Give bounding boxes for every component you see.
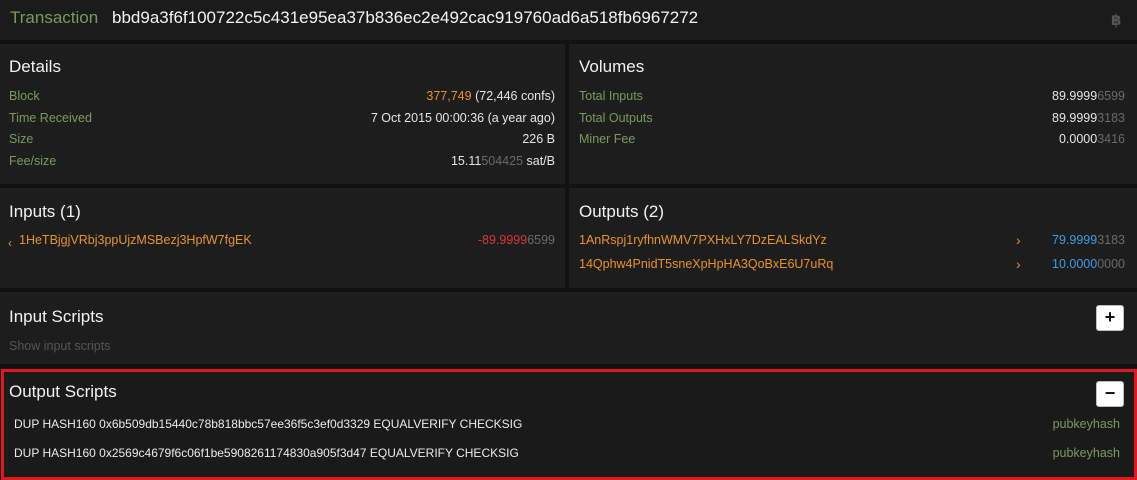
chevron-left-icon: ‹ [8, 236, 12, 250]
fee-size-dim: 504425 [481, 154, 524, 168]
fee-size-value: 15.11504425 sat/B [451, 154, 555, 168]
script-type: pubkeyhash [1052, 417, 1120, 431]
output-amount: 79.99993183 [1052, 233, 1125, 247]
chevron-right-icon[interactable]: › [1016, 232, 1021, 248]
script-type: pubkeyhash [1052, 446, 1120, 460]
input-scripts-panel: Input Scripts Show input scripts + [0, 292, 1137, 364]
inputs-panel: Inputs (1) ‹ 1HeTBjgjVRbj3ppUjzMSBezj3Hp… [0, 188, 565, 288]
total-inputs-label: Total Inputs [579, 89, 643, 103]
output-amount-dim: 3183 [1097, 233, 1125, 247]
show-input-scripts-hint: Show input scripts [9, 339, 111, 353]
volumes-panel: Volumes Total Inputs 89.99996599 Total O… [569, 44, 1137, 184]
output-row: 1AnRspj1ryfhnWMV7PXHxLY7DzEALSkdYz › 79.… [569, 232, 1137, 251]
input-amount-main: -89.9999 [477, 233, 528, 247]
header-bar: Transaction bbd9a3f6f100722c5c431e95ea37… [0, 0, 1137, 40]
script-text: DUP HASH160 0x2569c4679f6c06f1be59082611… [14, 446, 519, 460]
header-label: Transaction [10, 8, 99, 27]
output-scripts-panel: Output Scripts − DUP HASH160 0x6b509db15… [0, 368, 1137, 480]
fee-size-main: 15.11 [450, 154, 482, 168]
output-address-link[interactable]: 14Qphw4PnidT5sneXpHpHA3QoBxE6U7uRq [579, 257, 833, 271]
time-received-value: 7 Oct 2015 00:00:36 (a year ago) [370, 111, 555, 125]
fee-size-label: Fee/size [9, 154, 57, 168]
total-inputs-main: 89.9999 [1052, 89, 1098, 103]
output-row: 14Qphw4PnidT5sneXpHpHA3QoBxE6U7uRq › 10.… [569, 256, 1137, 275]
input-row: ‹ 1HeTBjgjVRbj3ppUjzMSBezj3HpfW7fgEK -89… [0, 233, 565, 251]
total-outputs-label: Total Outputs [579, 111, 653, 125]
block-value: 377,749 (72,446 confs) [426, 89, 555, 103]
total-outputs-value: 89.99993183 [1052, 111, 1125, 125]
script-row: DUP HASH160 0x6b509db15440c78b818bbc57ee… [0, 416, 1137, 434]
total-inputs-dim: 6599 [1097, 89, 1125, 103]
outputs-title: Outputs (2) [579, 202, 665, 221]
miner-fee-dim: 3416 [1097, 132, 1125, 146]
script-text: DUP HASH160 0x6b509db15440c78b818bbc57ee… [14, 417, 523, 431]
miner-fee-label: Miner Fee [579, 132, 636, 146]
bitcoin-icon: ฿ [1110, 10, 1124, 29]
miner-fee-main: 0.0000 [1058, 132, 1098, 146]
miner-fee-value: 0.00003416 [1059, 132, 1125, 146]
collapse-output-scripts-button[interactable]: − [1096, 381, 1124, 407]
block-confirmations: (72,446 confs) [475, 89, 555, 103]
svg-text:฿: ฿ [1111, 11, 1121, 28]
volumes-title: Volumes [579, 57, 645, 76]
transaction-id[interactable]: bbd9a3f6f100722c5c431e95ea37b836ec2e492c… [112, 8, 698, 28]
total-outputs-main: 89.9999 [1052, 111, 1098, 125]
output-amount: 10.00000000 [1052, 257, 1125, 271]
input-address-link[interactable]: 1HeTBjgjVRbj3ppUjzMSBezj3HpfW7fgEK [19, 233, 252, 247]
block-height-link[interactable]: 377,749 [426, 89, 471, 103]
inputs-title: Inputs (1) [9, 202, 81, 221]
fee-size-unit: sat/B [523, 154, 556, 168]
block-label: Block [9, 89, 40, 103]
output-address-link[interactable]: 1AnRspj1ryfhnWMV7PXHxLY7DzEALSkdYz [579, 233, 827, 247]
expand-input-scripts-button[interactable]: + [1096, 305, 1124, 331]
details-panel: Details Block 377,749 (72,446 confs) Tim… [0, 44, 565, 184]
chevron-right-icon[interactable]: › [1016, 256, 1021, 272]
script-row: DUP HASH160 0x2569c4679f6c06f1be59082611… [0, 445, 1137, 463]
total-inputs-value: 89.99996599 [1052, 89, 1125, 103]
output-amount-main: 10.0000 [1052, 257, 1098, 271]
input-scripts-title: Input Scripts [9, 307, 104, 326]
output-amount-dim: 0000 [1097, 257, 1125, 271]
total-outputs-dim: 3183 [1097, 111, 1125, 125]
output-scripts-title: Output Scripts [9, 382, 117, 401]
outputs-panel: Outputs (2) 1AnRspj1ryfhnWMV7PXHxLY7DzEA… [569, 188, 1137, 288]
time-received-label: Time Received [9, 111, 92, 125]
details-title: Details [9, 57, 61, 76]
input-amount-dim: 6599 [527, 233, 555, 247]
output-amount-main: 79.9999 [1052, 233, 1098, 247]
input-amount: -89.99996599 [478, 233, 555, 247]
size-value: 226 B [522, 132, 555, 146]
size-label: Size [9, 132, 34, 146]
